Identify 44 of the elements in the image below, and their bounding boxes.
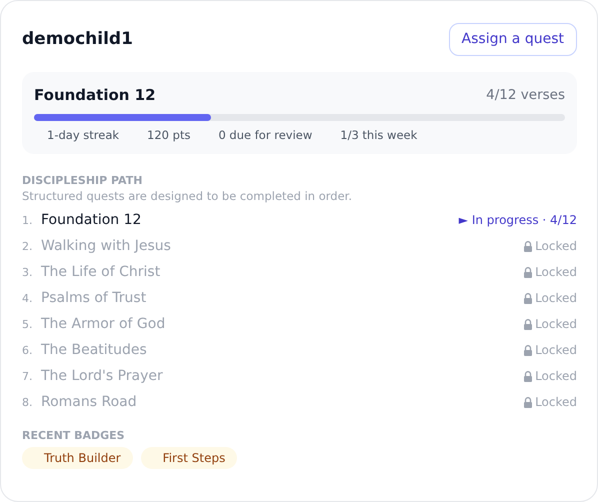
quest-number: 5. xyxy=(22,318,34,330)
quest-status: Locked xyxy=(535,239,577,253)
quest-status: Locked xyxy=(535,265,577,279)
quest-number: 7. xyxy=(22,370,34,382)
quest-name: Walking with Jesus xyxy=(41,238,171,254)
badge-chip: Truth Builder xyxy=(22,447,133,469)
quest-number: 4. xyxy=(22,292,34,304)
quest-number: 1. xyxy=(22,214,34,226)
quest-status: Locked xyxy=(535,395,577,409)
section-heading: DISCIPLESHIP PATH xyxy=(22,174,144,187)
section-subtitle: Structured quests are designed to be completed in order. xyxy=(22,189,354,203)
quest-name: Foundation 12 xyxy=(41,212,142,228)
quest-name: The Armor of God xyxy=(41,316,166,332)
quest-status: Locked xyxy=(535,291,577,305)
assign-quest-button[interactable]: Assign a quest xyxy=(448,22,577,56)
quest-name: The Beatitudes xyxy=(41,342,147,358)
stat-label: 1/3 this week xyxy=(340,128,418,142)
badge-chip: First Steps xyxy=(140,447,238,469)
quest-number: 6. xyxy=(22,344,34,356)
quest-status: Locked xyxy=(535,343,577,357)
quest-name: The Life of Christ xyxy=(41,264,160,280)
quest-name: The Lord's Prayer xyxy=(41,368,163,384)
lock-icon xyxy=(524,344,532,356)
stat-label: 120 pts xyxy=(147,128,190,142)
quest-name: Psalms of Trust xyxy=(41,290,146,306)
lock-icon xyxy=(524,266,532,278)
section-heading: RECENT BADGES xyxy=(22,429,126,442)
stat-label: 0 due for review xyxy=(218,128,312,142)
lock-icon xyxy=(524,396,532,408)
lock-icon xyxy=(524,318,532,330)
quest-name: Romans Road xyxy=(41,394,137,410)
child-name: demochild1 xyxy=(22,29,133,49)
quest-number: 2. xyxy=(22,240,34,252)
quest-status: Locked xyxy=(535,317,577,331)
lock-icon xyxy=(524,292,532,304)
quest-status: ► In progress · 4/12 xyxy=(458,213,577,227)
verse-count: 4/12 verses xyxy=(486,87,565,103)
quest-number: 3. xyxy=(22,266,34,278)
quest-status: Locked xyxy=(535,369,577,383)
lock-icon xyxy=(524,240,532,252)
lock-icon xyxy=(524,370,532,382)
quest-title: Foundation 12 xyxy=(34,86,156,104)
stat-label: 1-day streak xyxy=(47,128,120,142)
quest-number: 8. xyxy=(22,396,34,408)
